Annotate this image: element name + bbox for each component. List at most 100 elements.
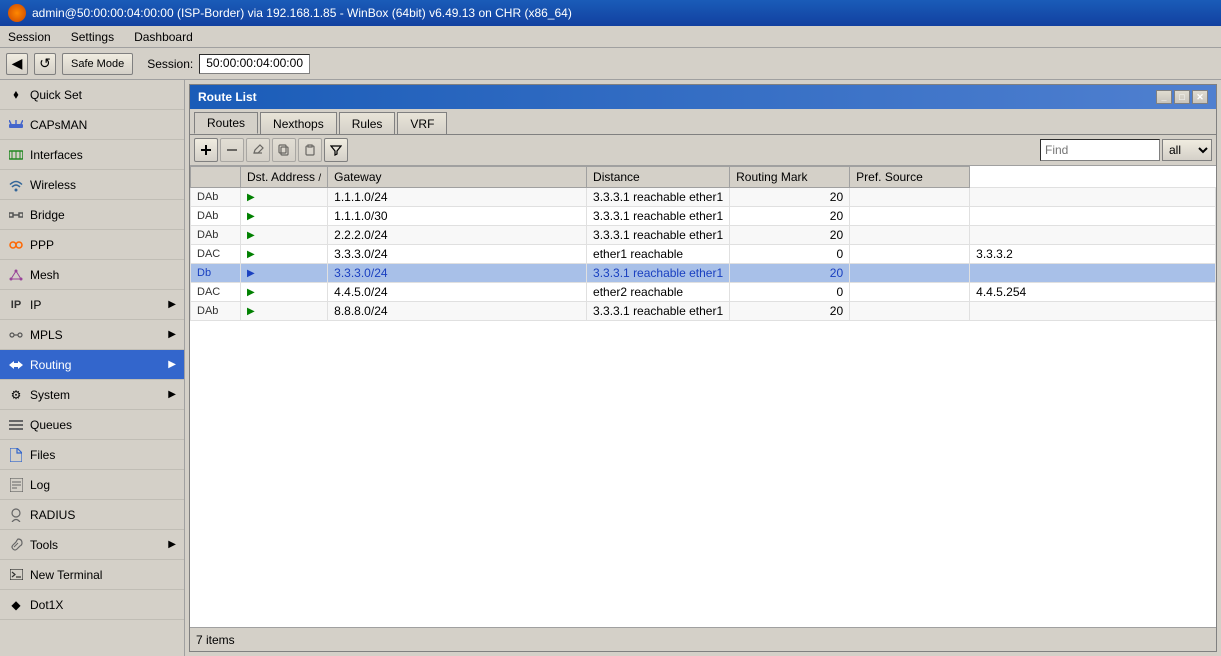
- dot1x-icon: ◆: [8, 597, 24, 613]
- sidebar-item-tools[interactable]: Tools ▶: [0, 530, 184, 560]
- tools-icon: [8, 537, 24, 553]
- window-minimize-button[interactable]: _: [1156, 90, 1172, 104]
- cell-arrow: ▶: [241, 245, 328, 264]
- table-row[interactable]: DAb▶1.1.1.0/243.3.3.1 reachable ether120: [191, 188, 1216, 207]
- status-bar: 7 items: [190, 627, 1216, 651]
- cell-gateway: ether2 reachable: [587, 283, 730, 302]
- sidebar-item-files[interactable]: Files: [0, 440, 184, 470]
- sidebar-item-mesh[interactable]: Mesh: [0, 260, 184, 290]
- sidebar-item-radius[interactable]: RADIUS: [0, 500, 184, 530]
- sidebar-item-queues[interactable]: Queues: [0, 410, 184, 440]
- routes-table: Dst. Address Gateway Distance Routing Ma…: [190, 166, 1216, 321]
- radius-icon: [8, 507, 24, 523]
- cell-routing-mark: [850, 245, 970, 264]
- mpls-arrow: ▶: [168, 329, 176, 340]
- filter-button[interactable]: [324, 138, 348, 162]
- sidebar-item-ppp[interactable]: PPP: [0, 230, 184, 260]
- sidebar-label-dot1x: Dot1X: [30, 598, 63, 612]
- tab-rules[interactable]: Rules: [339, 112, 396, 134]
- cell-flags: DAb: [191, 226, 241, 245]
- cell-flags: DAb: [191, 188, 241, 207]
- window-restore-button[interactable]: □: [1174, 90, 1190, 104]
- menu-session[interactable]: Session: [4, 29, 55, 45]
- add-button[interactable]: [194, 138, 218, 162]
- cell-pref-source: 4.4.5.254: [970, 283, 1216, 302]
- cell-distance: 20: [730, 207, 850, 226]
- tab-nexthops[interactable]: Nexthops: [260, 112, 337, 134]
- cell-flags: DAb: [191, 302, 241, 321]
- refresh-button[interactable]: ↺: [34, 53, 56, 75]
- cell-routing-mark: [850, 302, 970, 321]
- table-row[interactable]: Db▶3.3.3.0/243.3.3.1 reachable ether120: [191, 264, 1216, 283]
- table-row[interactable]: DAC▶4.4.5.0/24ether2 reachable04.4.5.254: [191, 283, 1216, 302]
- sidebar-item-new-terminal[interactable]: New Terminal: [0, 560, 184, 590]
- sidebar-item-system[interactable]: ⚙ System ▶: [0, 380, 184, 410]
- cell-pref-source: [970, 226, 1216, 245]
- cell-dst-address: 1.1.1.0/30: [328, 207, 587, 226]
- tab-vrf[interactable]: VRF: [397, 112, 447, 134]
- table-row[interactable]: DAb▶8.8.8.0/243.3.3.1 reachable ether120: [191, 302, 1216, 321]
- copy-button[interactable]: [272, 138, 296, 162]
- sidebar-item-dot1x[interactable]: ◆ Dot1X: [0, 590, 184, 620]
- table-row[interactable]: DAC▶3.3.3.0/24ether1 reachable03.3.3.2: [191, 245, 1216, 264]
- cell-pref-source: [970, 264, 1216, 283]
- tools-arrow: ▶: [168, 539, 176, 550]
- cell-distance: 20: [730, 226, 850, 245]
- route-list-window: Route List _ □ ✕ Routes Nexthops Rules: [189, 84, 1217, 652]
- system-icon: ⚙: [8, 387, 24, 403]
- sidebar: ⬧ Quick Set CAPsMAN Interfaces Wireless: [0, 80, 185, 656]
- cell-arrow: ▶: [241, 283, 328, 302]
- sidebar-item-capsman[interactable]: CAPsMAN: [0, 110, 184, 140]
- window-title-text: Route List: [198, 90, 257, 104]
- paste-button[interactable]: [298, 138, 322, 162]
- sidebar-label-ppp: PPP: [30, 238, 54, 252]
- back-button[interactable]: ◀: [6, 53, 28, 75]
- sidebar-label-queues: Queues: [30, 418, 72, 432]
- sidebar-label-bridge: Bridge: [30, 208, 65, 222]
- cell-pref-source: [970, 188, 1216, 207]
- find-input[interactable]: [1040, 139, 1160, 161]
- sidebar-label-log: Log: [30, 478, 50, 492]
- sidebar-label-quick-set: Quick Set: [30, 88, 82, 102]
- sidebar-item-quick-set[interactable]: ⬧ Quick Set: [0, 80, 184, 110]
- sidebar-item-routing[interactable]: Routing ▶: [0, 350, 184, 380]
- menu-dashboard[interactable]: Dashboard: [130, 29, 197, 45]
- sidebar-item-ip[interactable]: IP IP ▶: [0, 290, 184, 320]
- window-title-bar: Route List _ □ ✕: [190, 85, 1216, 109]
- cell-dst-address: 1.1.1.0/24: [328, 188, 587, 207]
- cell-arrow: ▶: [241, 188, 328, 207]
- sidebar-item-log[interactable]: Log: [0, 470, 184, 500]
- sidebar-item-wireless[interactable]: Wireless: [0, 170, 184, 200]
- main-layout: ⬧ Quick Set CAPsMAN Interfaces Wireless: [0, 80, 1221, 656]
- sidebar-label-system: System: [30, 388, 70, 402]
- sidebar-label-files: Files: [30, 448, 55, 462]
- sidebar-item-bridge[interactable]: Bridge: [0, 200, 184, 230]
- tab-routes[interactable]: Routes: [194, 112, 258, 134]
- app-logo: [8, 4, 26, 22]
- cell-distance: 20: [730, 302, 850, 321]
- sidebar-item-mpls[interactable]: MPLS ▶: [0, 320, 184, 350]
- table-row[interactable]: DAb▶2.2.2.0/243.3.3.1 reachable ether120: [191, 226, 1216, 245]
- safe-mode-button[interactable]: Safe Mode: [62, 53, 133, 75]
- window-close-button[interactable]: ✕: [1192, 90, 1208, 104]
- routing-arrow: ▶: [168, 359, 176, 370]
- table-row[interactable]: DAb▶1.1.1.0/303.3.3.1 reachable ether120: [191, 207, 1216, 226]
- cell-routing-mark: [850, 226, 970, 245]
- new-terminal-icon: [8, 567, 24, 583]
- cell-arrow: ▶: [241, 264, 328, 283]
- remove-button[interactable]: [220, 138, 244, 162]
- title-text: admin@50:00:00:04:00:00 (ISP-Border) via…: [32, 6, 572, 20]
- title-bar: admin@50:00:00:04:00:00 (ISP-Border) via…: [0, 0, 1221, 26]
- find-dropdown[interactable]: all: [1162, 139, 1212, 161]
- col-header-pref-source: Pref. Source: [850, 167, 970, 188]
- col-header-flags: [191, 167, 241, 188]
- sidebar-label-new-terminal: New Terminal: [30, 568, 102, 582]
- files-icon: [8, 447, 24, 463]
- edit-button[interactable]: [246, 138, 270, 162]
- sidebar-item-interfaces[interactable]: Interfaces: [0, 140, 184, 170]
- col-header-dst-address[interactable]: Dst. Address: [241, 167, 328, 188]
- menu-settings[interactable]: Settings: [67, 29, 118, 45]
- cell-dst-address: 3.3.3.0/24: [328, 264, 587, 283]
- queues-icon: [8, 417, 24, 433]
- cell-arrow: ▶: [241, 226, 328, 245]
